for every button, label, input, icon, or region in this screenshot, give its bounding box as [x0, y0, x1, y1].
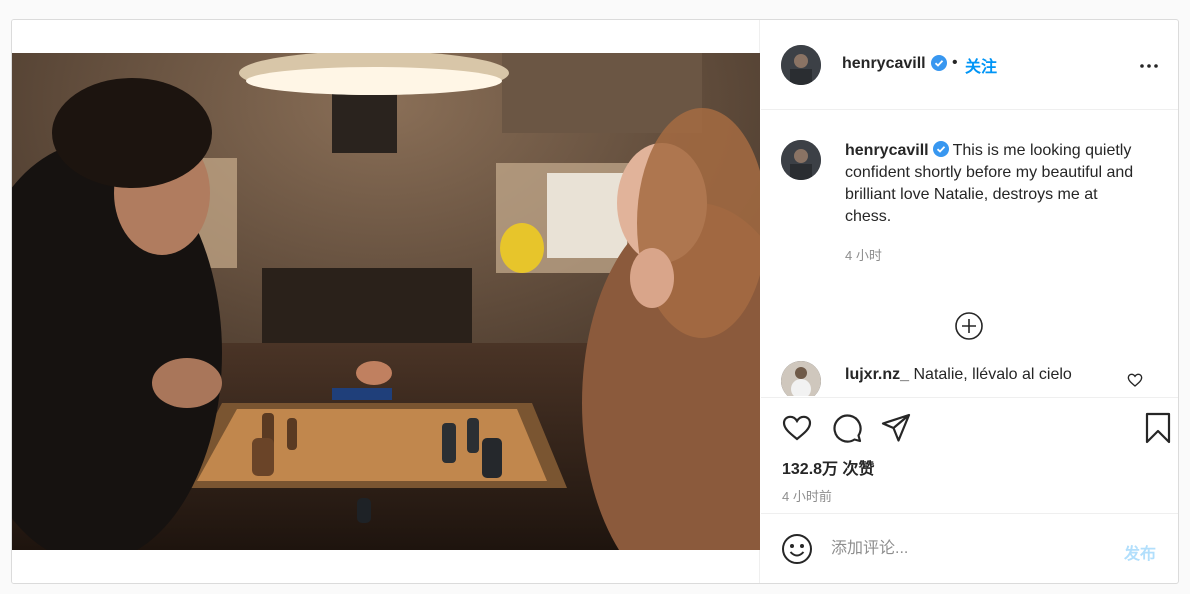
more-options-icon[interactable]	[1137, 54, 1161, 78]
share-icon[interactable]	[880, 412, 912, 444]
commenter-avatar[interactable]	[781, 361, 821, 396]
commenter-username[interactable]: lujxr.nz_	[845, 366, 909, 383]
like-count[interactable]: 132.8万 次赞	[782, 455, 875, 479]
comment-text: Natalie, llévalo al cielo	[913, 366, 1072, 383]
caption-time: 4 小时	[845, 248, 882, 263]
caption-username[interactable]: henrycavill	[845, 142, 929, 159]
verified-badge-icon	[931, 55, 947, 71]
post-photo[interactable]	[12, 53, 760, 550]
comment-like-heart-icon[interactable]	[1127, 372, 1143, 388]
follow-button[interactable]: 关注	[965, 53, 997, 77]
author-username[interactable]: henrycavill	[842, 55, 926, 73]
comment-input[interactable]	[831, 534, 1111, 564]
publish-button[interactable]: 发布	[1124, 540, 1156, 564]
comment-icon[interactable]	[831, 412, 863, 444]
emoji-icon[interactable]	[781, 533, 813, 565]
header-separator: •	[952, 54, 958, 71]
comments-section: henrycavill This is me looking quietly co…	[761, 111, 1178, 396]
load-more-plus-icon[interactable]	[954, 311, 984, 341]
post-media	[12, 20, 760, 583]
bookmark-icon[interactable]	[1142, 412, 1174, 444]
caption-avatar[interactable]	[781, 140, 821, 180]
verified-badge-icon	[932, 141, 949, 157]
post-card: henrycavill • 关注 henrycavill This is me l…	[11, 19, 1179, 584]
comment-text-block: lujxr.nz_ Natalie, llévalo al cielo	[845, 364, 1115, 386]
post-header: henrycavill • 关注	[761, 20, 1178, 110]
heart-icon[interactable]	[781, 412, 813, 444]
author-avatar[interactable]	[781, 45, 821, 85]
action-bar: 132.8万 次赞 4 小时前	[761, 397, 1178, 512]
caption-text-block: henrycavill This is me looking quietly co…	[845, 140, 1145, 228]
post-sidebar: henrycavill • 关注 henrycavill This is me l…	[761, 20, 1178, 583]
post-time[interactable]: 4 小时前	[782, 486, 832, 505]
add-comment-bar: 发布	[761, 513, 1178, 583]
